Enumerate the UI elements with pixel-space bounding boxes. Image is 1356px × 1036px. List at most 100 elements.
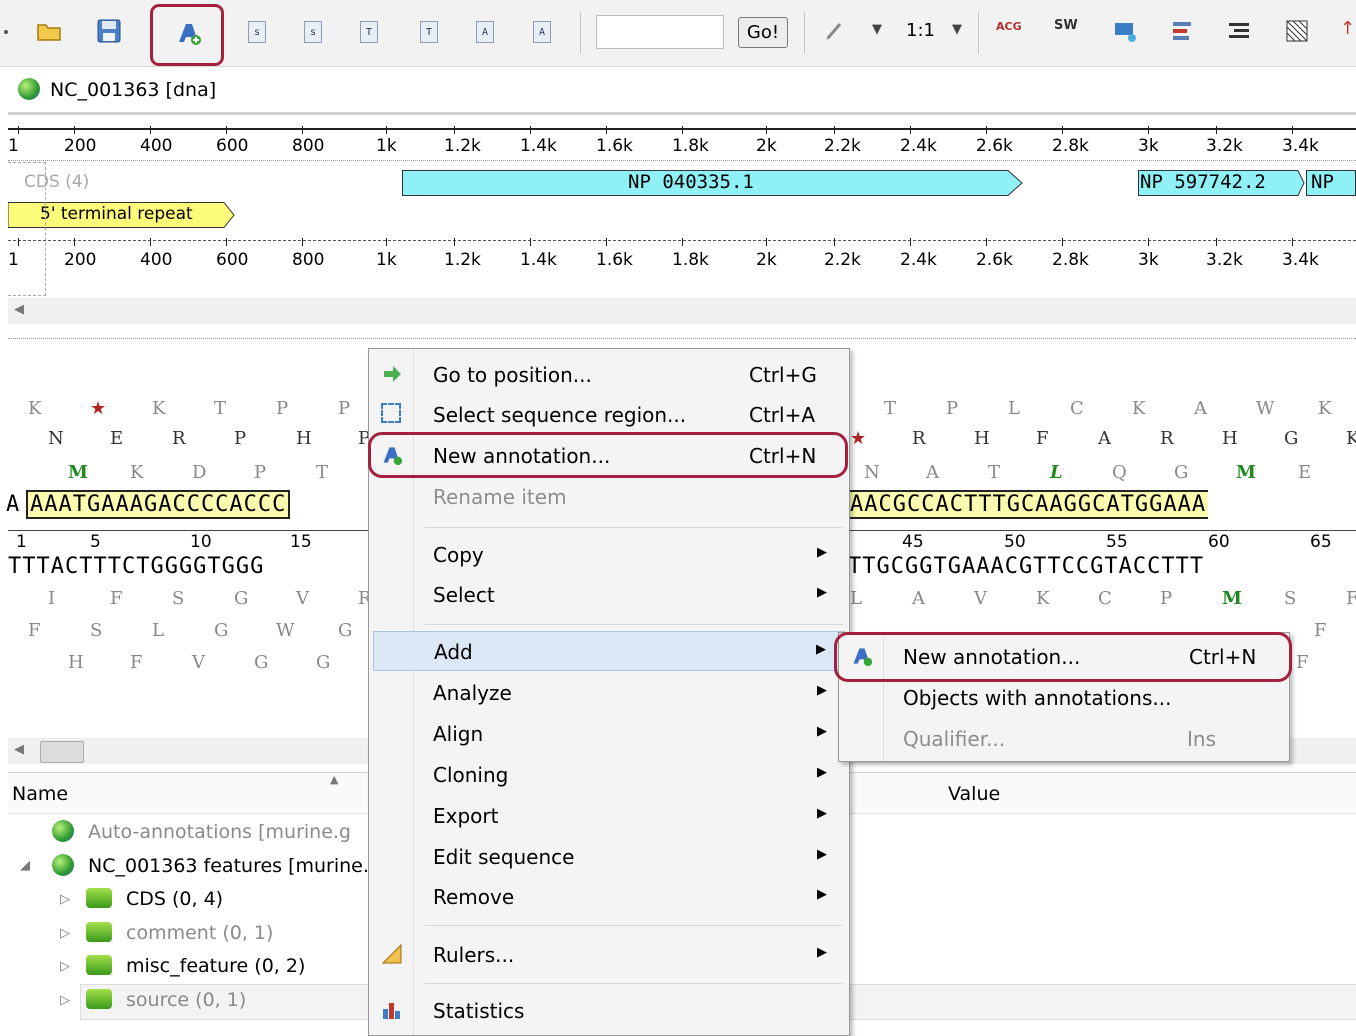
menu-item-go-to-position[interactable]: Go to position... Ctrl+G [369, 355, 849, 395]
tree-row-auto-annotations[interactable]: Auto-annotations [murine.g [88, 821, 351, 843]
frame2-aa: E [110, 428, 124, 449]
submenu-item-qualifier: Qualifier... Ins [839, 719, 1289, 759]
tree-row-cds[interactable]: CDS (0, 4) [126, 888, 223, 910]
more-icon[interactable]: ↑ [1340, 18, 1355, 39]
scroll-left-icon[interactable]: ◀ [14, 302, 24, 317]
sync-view-icon[interactable] [1112, 18, 1138, 44]
divider [8, 112, 1356, 115]
menu-item-cloning[interactable]: Cloning ▶ [369, 755, 849, 795]
doc-icon-5[interactable]: A [476, 21, 494, 43]
position-label: 60 [1208, 532, 1230, 552]
menu-item-shortcut: Ctrl+G [749, 363, 817, 387]
menu-item-export[interactable]: Export ▶ [369, 796, 849, 836]
menu-item-copy[interactable]: Copy ▶ [369, 535, 849, 575]
row-label: comment [126, 922, 217, 944]
forward-strand-right[interactable]: AACGCCACTTTGCAAGGCATGGAAA [848, 490, 1209, 519]
col-name-header[interactable]: Name [12, 783, 68, 805]
scroll-thumb[interactable] [40, 741, 84, 763]
ruler-tick [682, 238, 683, 246]
menu-item-remove[interactable]: Remove ▶ [369, 877, 849, 917]
open-folder-icon[interactable] [36, 18, 62, 44]
cds-annotation-np-partial[interactable]: NP [1306, 170, 1356, 196]
find-pattern-icon[interactable]: ACG [996, 20, 1022, 33]
ruler-tick-label: 200 [64, 250, 97, 270]
cds-annotation-np040335[interactable]: NP 040335.1 [402, 170, 1023, 196]
rframe2-aa: G [338, 620, 353, 641]
scroll-left-icon[interactable]: ◀ [14, 742, 24, 757]
overview-icon[interactable] [1170, 18, 1196, 44]
menu-item-statistics[interactable]: Statistics [369, 991, 849, 1031]
frame2-aa: A [1098, 428, 1111, 449]
doc-icon-3[interactable]: T [360, 21, 378, 43]
frame2-aa: H [974, 428, 990, 449]
rframe1-aa: F [1346, 588, 1356, 609]
menu-item-select-region[interactable]: Select sequence region... Ctrl+A [369, 395, 849, 435]
forward-strand-left[interactable]: AAATGAAAGACCCCACCC [26, 490, 291, 519]
menu-item-add[interactable]: Add ▶ [373, 631, 845, 671]
reverse-strand-right[interactable]: TTGCGGTGAAACGTTCCGTACCTTT [848, 554, 1204, 579]
rframe1-aa: I [48, 588, 56, 609]
go-button[interactable]: Go! [738, 17, 788, 48]
tree-row-source[interactable]: source (0, 1) [126, 989, 246, 1011]
zoom-dropdown-icon[interactable]: ▼ [952, 22, 962, 37]
row-label: misc_feature [126, 955, 249, 977]
annotations-toggle-icon[interactable] [1226, 18, 1252, 44]
expand-icon[interactable]: ▷ [60, 926, 70, 941]
menu-item-analyze[interactable]: Analyze ▶ [369, 673, 849, 713]
frame1-aa: P [946, 398, 959, 419]
tree-row-features[interactable]: NC_001363 features [murine. [88, 855, 369, 877]
reverse-strand-left[interactable]: TTTACTTTCTGGGGTGGG [8, 554, 264, 579]
zoom-level[interactable]: 1:1 [906, 20, 935, 41]
tree-row-comment[interactable]: comment (0, 1) [126, 922, 273, 944]
expand-icon[interactable]: ▷ [60, 993, 70, 1008]
frame2-aa: R [912, 428, 926, 449]
doc-icon-6[interactable]: A [533, 21, 551, 43]
frame3-aa: N [864, 462, 880, 483]
frame1-aa: K [1132, 398, 1146, 419]
collapse-icon[interactable]: ◢ [20, 858, 30, 873]
cds-annotation-np597742[interactable]: NP 597742.2 [1138, 170, 1305, 196]
auto-annotations-icon [52, 820, 74, 842]
menu-item-label: Rename item [433, 485, 567, 509]
submenu-arrow-icon: ▶ [816, 642, 826, 657]
tree-row-misc-feature[interactable]: misc_feature (0, 2) [126, 955, 305, 977]
expand-icon[interactable]: ▷ [60, 959, 70, 974]
frame3-aa: M [68, 462, 88, 483]
doc-icon-4[interactable]: T [420, 21, 438, 43]
ruler-tick-label: 800 [292, 250, 325, 270]
menu-item-edit-sequence[interactable]: Edit sequence ▶ [369, 837, 849, 877]
ruler-tick-label: 2k [756, 250, 777, 270]
ruler-tick [226, 126, 227, 134]
menu-item-align[interactable]: Align ▶ [369, 714, 849, 754]
ruler-tick-label: 1.6k [596, 250, 633, 270]
menu-item-rulers[interactable]: Rulers... ▶ [369, 935, 849, 975]
position-label: 45 [902, 532, 924, 552]
smith-waterman-icon[interactable]: SW [1054, 18, 1078, 33]
menu-item-select[interactable]: Select ▶ [369, 575, 849, 615]
menu-item-label: Qualifier... [903, 727, 1006, 751]
submenu-item-objects-with-annotations[interactable]: Objects with annotations... [839, 678, 1289, 718]
save-icon[interactable] [96, 18, 122, 44]
doc-icon-2[interactable]: s [304, 21, 322, 43]
ruler-tick [682, 126, 683, 134]
ruler-tick [150, 238, 151, 246]
goto-position-input[interactable] [596, 15, 724, 49]
grid-pattern-icon[interactable] [1284, 18, 1310, 44]
rframe1-aa: V [974, 588, 987, 609]
dotted-divider [8, 160, 1356, 161]
doc-icon-1[interactable]: s [248, 21, 266, 43]
ruler-tick-label: 1.2k [444, 136, 481, 156]
overview-scrollbar[interactable]: ◀ [8, 298, 1356, 324]
wrap-dropdown-icon[interactable]: ▼ [872, 22, 882, 37]
ruler-tick-label: 1.8k [672, 250, 709, 270]
col-value-header[interactable]: Value [948, 783, 1000, 805]
folder-icon [86, 989, 112, 1009]
expand-icon[interactable]: ▷ [60, 892, 70, 907]
rframe3-aa: F [130, 652, 143, 673]
ruler-tick [18, 126, 19, 134]
wrap-icon[interactable] [822, 18, 848, 44]
submenu-arrow-icon: ▶ [817, 945, 827, 960]
ruler-tick-label: 2.4k [900, 250, 937, 270]
frame2-aa: R [172, 428, 186, 449]
menu-item-label: Align [433, 722, 484, 746]
